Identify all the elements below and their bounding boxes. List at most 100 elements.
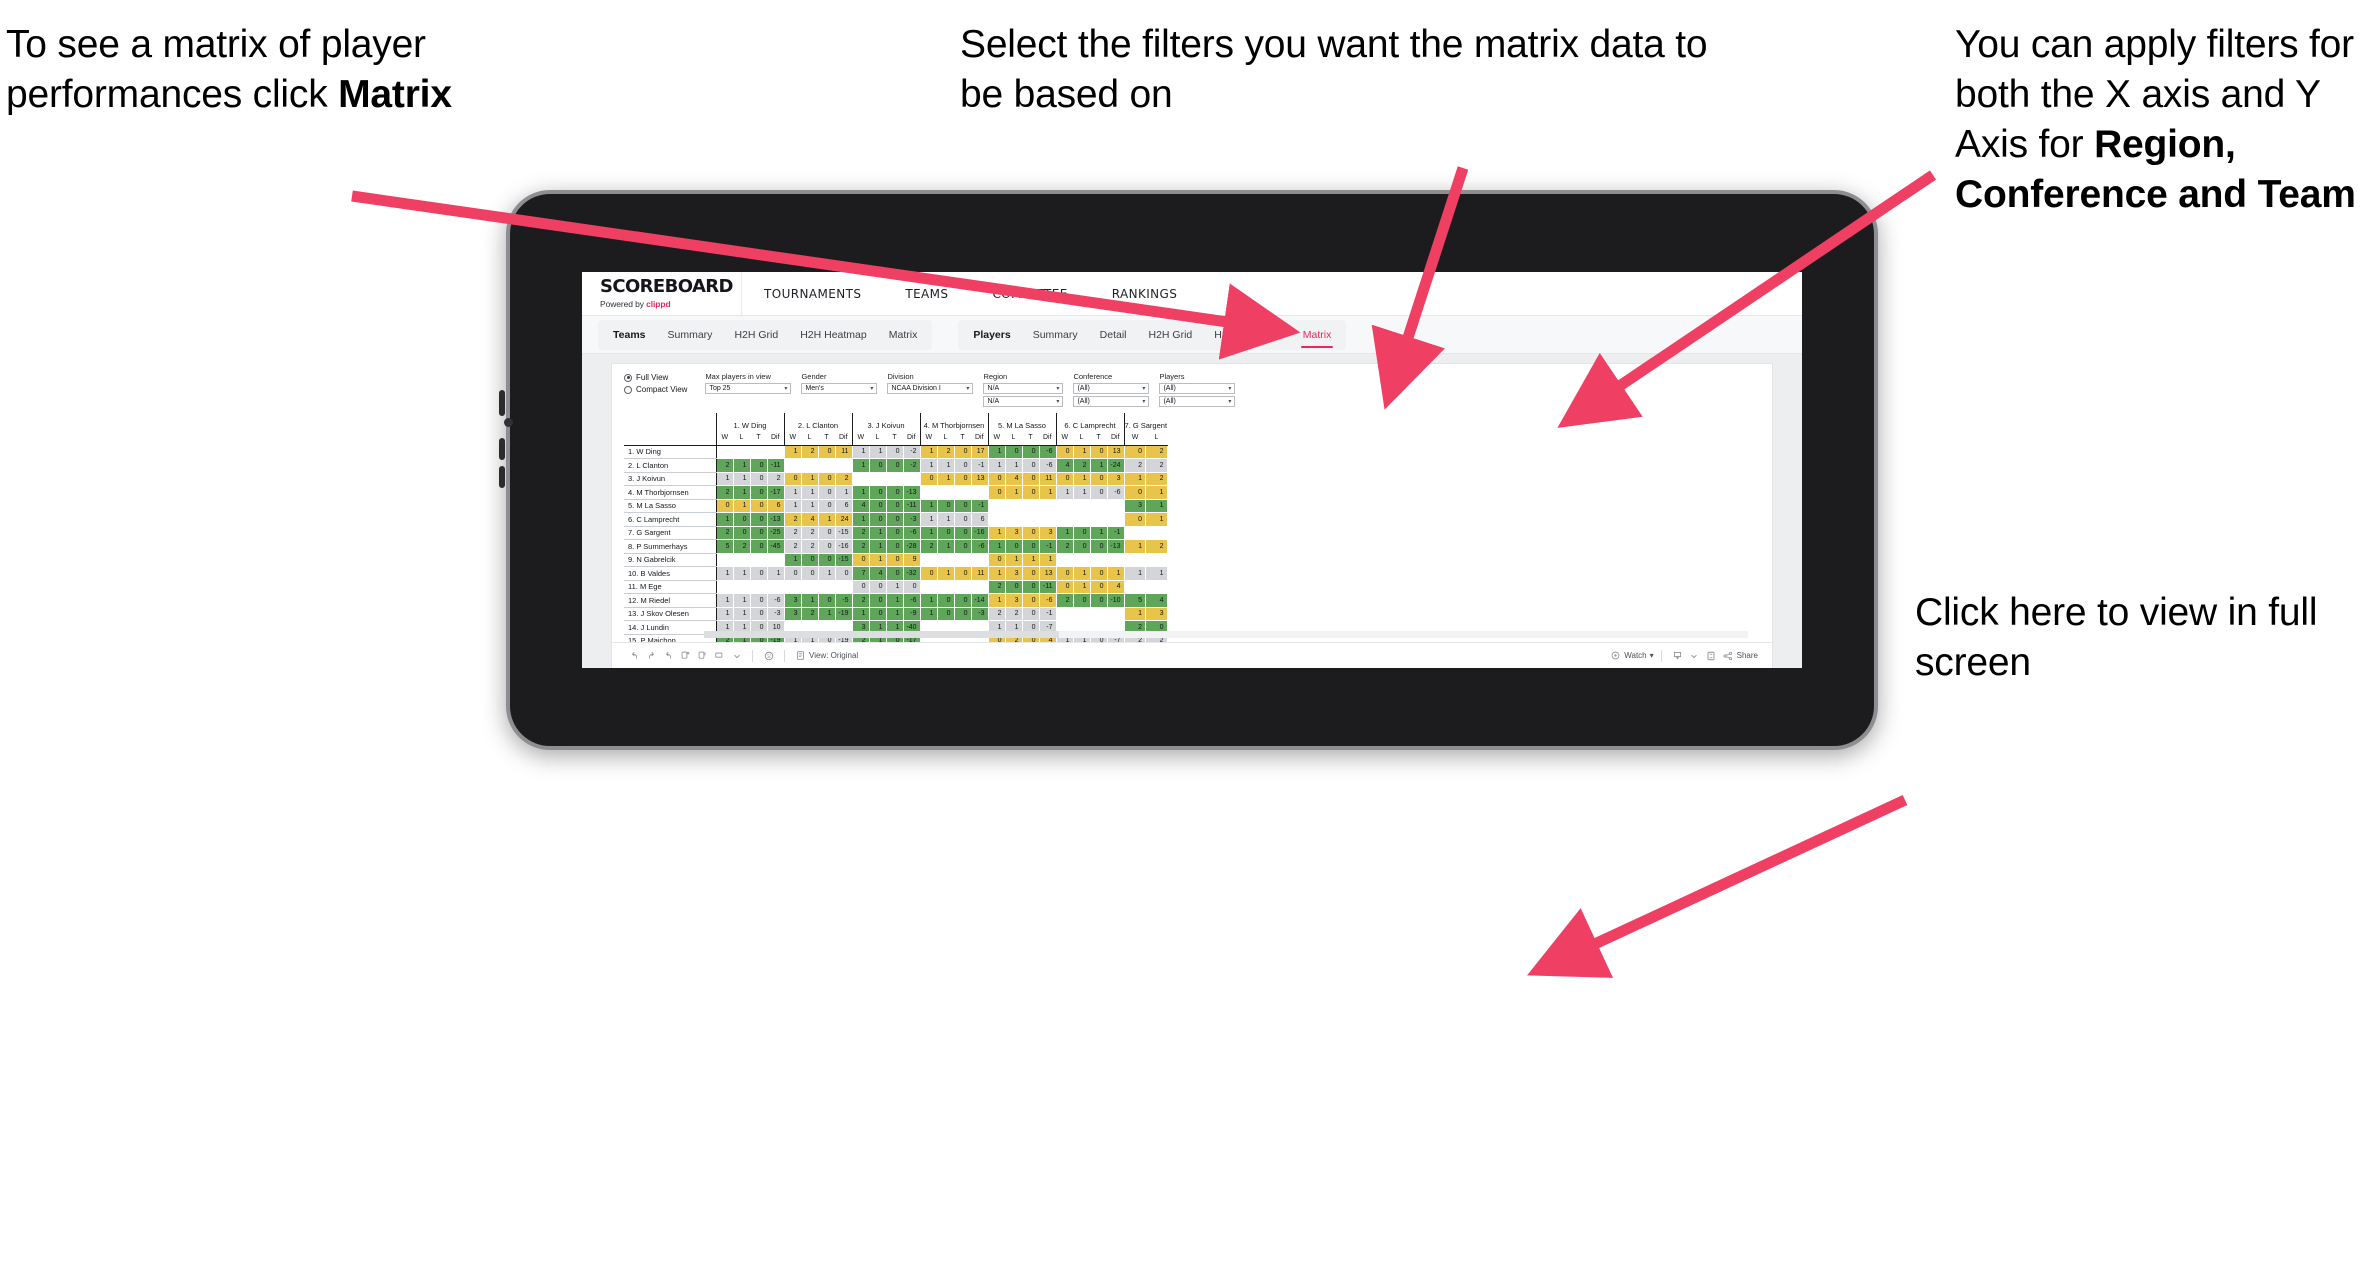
matrix-cell[interactable]: 1 [783,445,802,459]
matrix-cell[interactable]: -6 [1039,593,1057,608]
matrix-cell[interactable]: 1 [1055,485,1074,500]
matrix-cell[interactable] [919,580,938,594]
matrix-cell[interactable]: -45 [767,539,785,554]
matrix-cell[interactable] [835,580,853,594]
matrix-cell[interactable]: 1 [733,499,751,513]
matrix-cell[interactable] [1055,512,1074,527]
scrollbar-thumb[interactable] [704,631,1059,638]
matrix-cell[interactable]: 1 [1073,566,1091,581]
view-mode-compact[interactable]: Compact View [624,385,687,394]
matrix-cell[interactable]: 2 [715,485,734,500]
matrix-cell[interactable]: 0 [750,512,768,527]
matrix-cell[interactable]: 1 [818,607,836,621]
matrix-cell[interactable]: 1 [1123,566,1147,581]
matrix-cell[interactable]: 2 [783,526,802,540]
matrix-cell[interactable] [971,485,989,500]
device-icon[interactable] [711,647,728,664]
matrix-cell[interactable]: 0 [1090,580,1108,594]
matrix-cell[interactable] [767,445,785,459]
matrix-cell[interactable]: 1 [886,580,904,594]
chevron-down-icon[interactable] [728,647,745,664]
matrix-cell[interactable]: 3 [1005,566,1023,581]
matrix-cell[interactable]: -25 [767,526,785,540]
matrix-cell[interactable]: 2 [1073,458,1091,473]
matrix-cell[interactable]: 0 [750,526,768,540]
matrix-cell[interactable]: 4 [801,512,819,527]
matrix-cell[interactable]: 2 [937,445,955,459]
matrix-cell[interactable]: 0 [886,485,904,500]
matrix-cell[interactable] [818,458,836,473]
matrix-cell[interactable] [1107,553,1125,567]
matrix-cell[interactable]: 0 [750,485,768,500]
matrix-cell[interactable]: -13 [767,512,785,527]
pause-refresh-icon[interactable] [677,647,694,664]
matrix-cell[interactable]: 0 [937,499,955,513]
matrix-cell[interactable]: 1 [919,499,938,513]
matrix-cell[interactable]: 0 [1090,485,1108,500]
matrix-cell[interactable]: -1 [1107,526,1125,540]
matrix-cell[interactable]: 0 [1055,472,1074,486]
matrix-cell[interactable]: 0 [750,499,768,513]
matrix-cell[interactable]: 1 [987,445,1006,459]
matrix-cell[interactable]: 1 [733,593,751,608]
matrix-cell[interactable]: 0 [937,593,955,608]
matrix-cell[interactable] [767,580,785,594]
matrix-cell[interactable]: 6 [835,499,853,513]
matrix-cell[interactable]: 1 [851,512,870,527]
matrix-cell[interactable] [886,472,904,486]
matrix-cell[interactable]: 0 [750,458,768,473]
nav-item-committee[interactable]: COMMITTEE [970,272,1089,315]
matrix-cell[interactable]: 1 [886,607,904,621]
chevron-down-icon[interactable]: ▾ [1142,386,1145,392]
matrix-cell[interactable]: 0 [886,526,904,540]
matrix-cell[interactable]: 0 [954,593,972,608]
nav-item-tournaments[interactable]: TOURNAMENTS [742,272,883,315]
matrix-cell[interactable]: -1 [1039,607,1057,621]
matrix-cell[interactable] [783,580,802,594]
matrix-cell[interactable]: 0 [1022,593,1040,608]
matrix-cell[interactable]: 0 [750,539,768,554]
matrix-cell[interactable]: 1 [733,607,751,621]
matrix-cell[interactable]: 6 [971,512,989,527]
chevron-down-icon[interactable]: ▾ [784,386,787,392]
matrix-cell[interactable] [1090,499,1108,513]
matrix-cell[interactable]: 0 [1022,458,1040,473]
matrix-cell[interactable]: 0 [733,512,751,527]
matrix-cell[interactable] [715,580,734,594]
matrix-cell[interactable]: 0 [1123,445,1147,459]
matrix-cell[interactable]: 0 [869,580,887,594]
matrix-cell[interactable] [1055,499,1074,513]
matrix-cell[interactable] [750,445,768,459]
matrix-cell[interactable]: -15 [835,526,853,540]
matrix-cell[interactable]: 1 [1145,566,1168,581]
matrix-cell[interactable]: 2 [715,526,734,540]
matrix-cell[interactable] [1073,512,1091,527]
resume-refresh-icon[interactable] [694,647,711,664]
matrix-cell[interactable]: 0 [954,458,972,473]
chevron-down-icon[interactable]: ▾ [1228,399,1231,405]
matrix-cell[interactable]: 11 [835,445,853,459]
matrix-cell[interactable]: 0 [886,458,904,473]
matrix-cell[interactable]: 0 [750,472,768,486]
radio-compact-view-icon[interactable] [624,385,632,394]
matrix-cell[interactable] [750,580,768,594]
revert-icon[interactable] [660,647,677,664]
matrix-cell[interactable]: 0 [869,458,887,473]
matrix-cell[interactable]: 0 [919,472,938,486]
filter-players-select-y[interactable]: (All) ▾ [1159,396,1236,407]
matrix-cell[interactable]: -5 [835,593,853,608]
matrix-cell[interactable]: 1 [1039,553,1057,567]
matrix-cell[interactable]: -3 [971,607,989,621]
matrix-cell[interactable]: -6 [903,593,921,608]
matrix-cell[interactable]: 1 [937,458,955,473]
matrix-cell[interactable]: -11 [903,499,921,513]
matrix-cell[interactable] [733,445,751,459]
matrix-cell[interactable]: 2 [919,539,938,554]
matrix-cell[interactable]: 0 [818,553,836,567]
matrix-cell[interactable]: 1 [801,593,819,608]
matrix-cell[interactable] [987,512,1006,527]
matrix-cell[interactable] [971,580,989,594]
matrix-cell[interactable]: 0 [954,526,972,540]
matrix-cell[interactable]: 1 [937,472,955,486]
matrix-cell[interactable]: 5 [1123,593,1147,608]
